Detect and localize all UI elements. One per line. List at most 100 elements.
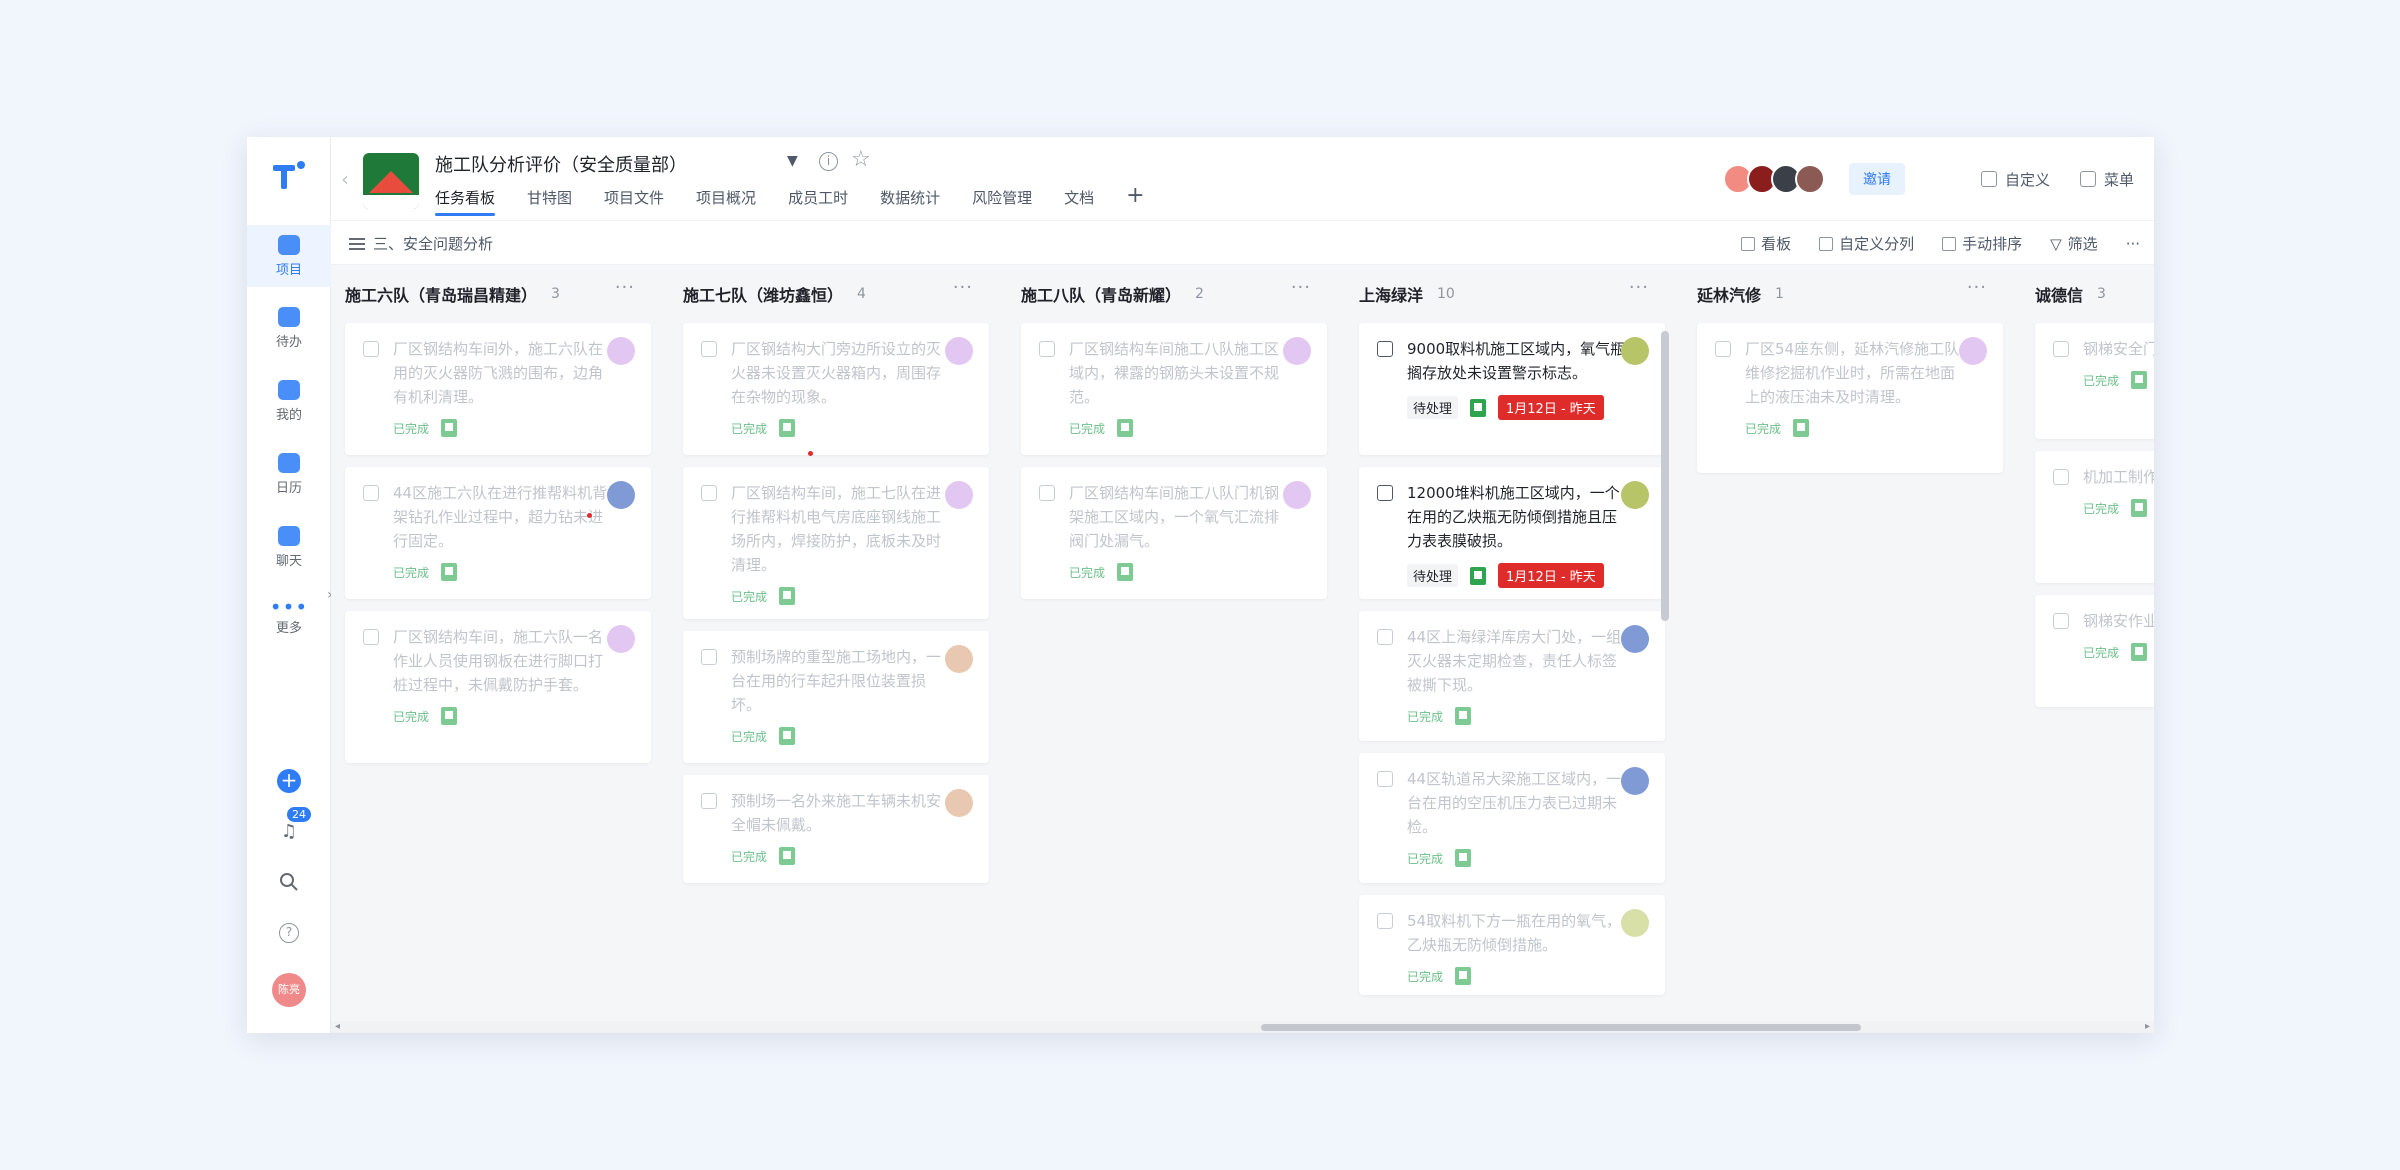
task-checkbox[interactable] — [1377, 485, 1393, 501]
task-checkbox[interactable] — [1039, 341, 1055, 357]
rail-search[interactable] — [247, 871, 331, 893]
tab-overview[interactable]: 项目概况 — [696, 187, 756, 216]
horizontal-scrollbar[interactable]: ◂ ▸ — [331, 1021, 2154, 1033]
task-card[interactable]: 44区轨道吊大梁施工区域内，一台在用的空压机压力表已过期未检。 已完成 — [1359, 753, 1665, 883]
task-card[interactable]: 12000堆料机施工区域内，一个在用的乙炔瓶无防倾倒措施且压力表表膜破损。 待处理… — [1359, 467, 1665, 599]
assignee-avatar[interactable] — [1959, 337, 1987, 365]
invite-button[interactable]: 邀请 — [1848, 163, 1905, 195]
task-checkbox[interactable] — [701, 341, 717, 357]
assignee-avatar[interactable] — [1283, 481, 1311, 509]
scrollbar-thumb[interactable] — [1261, 1024, 1861, 1031]
member-avatar[interactable] — [1794, 164, 1825, 194]
task-checkbox[interactable] — [363, 629, 379, 645]
app-logo[interactable] — [271, 159, 307, 193]
caret-down-icon[interactable]: ▼ — [787, 153, 798, 169]
rail-item-mine[interactable]: 我的 — [247, 370, 331, 432]
column-more-icon[interactable]: ··· — [953, 279, 973, 297]
rail-avatar[interactable]: 陈亮 — [247, 973, 331, 1007]
column-more-icon[interactable]: ··· — [1291, 279, 1311, 297]
task-card[interactable]: 厂区钢结构车间，施工六队一名作业人员使用钢板在进行脚口打桩过程中，未佩戴防护手套… — [345, 611, 651, 763]
task-checkbox[interactable] — [363, 485, 379, 501]
assignee-avatar[interactable] — [1621, 909, 1649, 937]
task-checkbox[interactable] — [1377, 913, 1393, 929]
avatar[interactable]: 陈亮 — [272, 973, 306, 1007]
assignee-avatar[interactable] — [1283, 337, 1311, 365]
task-checkbox[interactable] — [701, 793, 717, 809]
task-card[interactable]: 厂区钢结构车间，施工七队在进行推帮料机电气房底座钢线施工场所内，焊接防护，底板未… — [683, 467, 989, 619]
assignee-avatar[interactable] — [945, 337, 973, 365]
tab-gantt[interactable]: 甘特图 — [527, 187, 572, 216]
task-card[interactable]: 厂区钢结构车间外，施工六队在用的灭火器防飞溅的围布，边角有机利清理。 已完成 — [345, 323, 651, 455]
assignee-avatar[interactable] — [1621, 625, 1649, 653]
task-card[interactable]: 厂区54座东侧，延林汽修施工队维修挖掘机作业时，所需在地面上的液压油未及时清理。… — [1697, 323, 2003, 473]
task-checkbox[interactable] — [1377, 629, 1393, 645]
task-checkbox[interactable] — [701, 485, 717, 501]
task-checkbox[interactable] — [1377, 341, 1393, 357]
tab-risk[interactable]: 风险管理 — [972, 187, 1032, 216]
scroll-left-icon[interactable]: ◂ — [335, 1021, 340, 1032]
assignee-avatar[interactable] — [607, 337, 635, 365]
task-card[interactable]: 44区施工六队在进行推帮料机背架钻孔作业过程中，超力钻未进行固定。 已完成 — [345, 467, 651, 599]
toolbar-more-button[interactable]: ··· — [2126, 235, 2140, 253]
tab-task-board[interactable]: 任务看板 — [435, 187, 496, 216]
tab-statistics[interactable]: 数据统计 — [880, 187, 940, 216]
rail-item-calendar[interactable]: 日历 — [247, 443, 331, 505]
column-header[interactable]: 施工八队（青岛新耀） 2 — [1007, 265, 1325, 323]
group-filter[interactable]: 三、安全问题分析 — [349, 233, 493, 254]
menu-button[interactable]: 菜单 — [2079, 169, 2134, 190]
tab-docs[interactable]: 文档 — [1064, 187, 1094, 216]
assignee-avatar[interactable] — [1621, 767, 1649, 795]
task-checkbox[interactable] — [1039, 485, 1055, 501]
task-card[interactable]: 9000取料机施工区域内，氧气瓶搁存放处未设置警示标志。 待处理 1月12日 - 昨… — [1359, 323, 1665, 455]
task-card[interactable]: 预制场一名外来施工车辆未机安全帽未佩戴。 已完成 — [683, 775, 989, 883]
task-checkbox[interactable] — [363, 341, 379, 357]
task-card[interactable]: 54取料机下方一瓶在用的氧气，乙炔瓶无防倾倒措施。 已完成 — [1359, 895, 1665, 995]
column-header[interactable]: 诚德信 3 — [2021, 265, 2154, 323]
view-board-button[interactable]: 看板 — [1741, 233, 1791, 254]
rail-create[interactable]: + — [247, 769, 331, 793]
task-checkbox[interactable] — [2053, 341, 2069, 357]
help-icon[interactable]: ? — [279, 923, 299, 943]
rail-item-todo[interactable]: 待办 — [247, 297, 331, 359]
column-more-icon[interactable]: ··· — [615, 279, 635, 297]
task-card[interactable]: 钢梯安全门未已作业已完成 — [2035, 323, 2154, 439]
assignee-avatar[interactable] — [1621, 481, 1649, 509]
column-header[interactable]: 施工七队（潍坊鑫恒） 4 — [669, 265, 987, 323]
assignee-avatar[interactable] — [945, 645, 973, 673]
assignee-avatar[interactable] — [1621, 337, 1649, 365]
customize-button[interactable]: 自定义 — [1980, 169, 2050, 190]
filter-button[interactable]: ▽ 筛选 — [2050, 233, 2098, 254]
task-card[interactable]: 钢梯安作业人电源线已完成 — [2035, 595, 2154, 707]
assignee-avatar[interactable] — [607, 625, 635, 653]
rail-notifications[interactable]: ♫ 24 — [247, 807, 331, 845]
back-chevron-icon[interactable]: ‹ — [341, 167, 349, 191]
task-checkbox[interactable] — [701, 649, 717, 665]
task-card[interactable]: 厂区钢结构车间施工八队施工区域内，裸露的钢筋头未设置不规范。 已完成 — [1021, 323, 1327, 455]
column-more-icon[interactable]: ··· — [1967, 279, 1987, 297]
column-header[interactable]: 延林汽修 1 — [1683, 265, 2001, 323]
rail-item-projects[interactable]: 项目 — [247, 225, 331, 287]
task-checkbox[interactable] — [1377, 771, 1393, 787]
assignee-avatar[interactable] — [945, 481, 973, 509]
tab-member-hours[interactable]: 成员工时 — [788, 187, 848, 216]
add-tab-icon[interactable]: + — [1126, 185, 1144, 216]
custom-group-button[interactable]: 自定义分列 — [1819, 233, 1914, 254]
plus-icon[interactable]: + — [277, 769, 301, 793]
bell-icon[interactable]: ♫ 24 — [277, 807, 311, 845]
task-card[interactable]: 预制场牌的重型施工场地内，一台在用的行车起升限位装置损坏。 已完成 — [683, 631, 989, 763]
member-avatars[interactable] — [1722, 164, 1825, 194]
rail-item-more[interactable]: ••• 更多 — [247, 587, 331, 649]
info-icon[interactable]: i — [819, 152, 838, 171]
assignee-avatar[interactable] — [607, 481, 635, 509]
column-vertical-scrollbar[interactable] — [1661, 331, 1669, 621]
task-card[interactable]: 44区上海绿洋库房大门处，一组灭火器未定期检查，责任人标签被撕下现。 已完成 — [1359, 611, 1665, 741]
task-checkbox[interactable] — [2053, 469, 2069, 485]
task-checkbox[interactable] — [1715, 341, 1731, 357]
scroll-right-icon[interactable]: ▸ — [2145, 1021, 2150, 1032]
sort-button[interactable]: 手动排序 — [1942, 233, 2022, 254]
project-title[interactable]: 施工队分析评价（安全质量部） — [435, 151, 687, 177]
task-card[interactable]: 厂区钢结构大门旁边所设立的灭火器未设置灭火器箱内，周围存在杂物的现象。 已完成 — [683, 323, 989, 455]
column-more-icon[interactable]: ··· — [1629, 279, 1649, 297]
rail-item-chat[interactable]: 聊天 — [247, 516, 331, 578]
task-checkbox[interactable] — [2053, 613, 2069, 629]
